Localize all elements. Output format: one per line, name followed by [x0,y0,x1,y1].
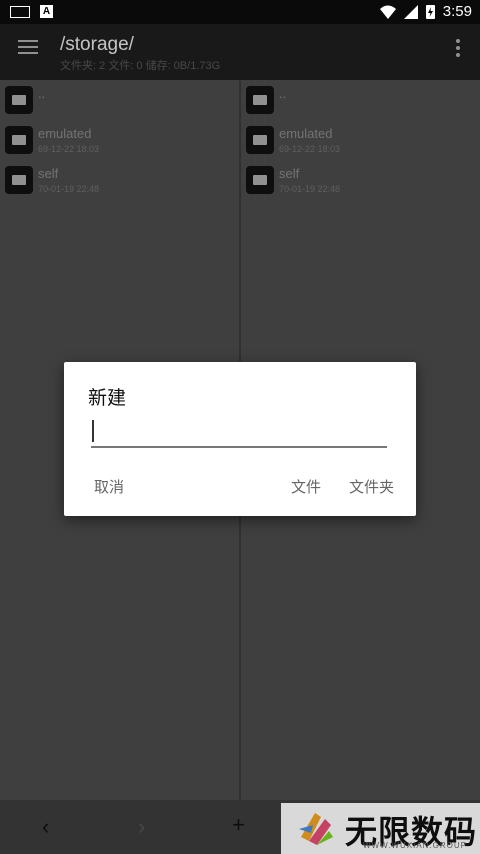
wifi-icon [379,5,396,19]
signal-icon [403,4,418,19]
battery-charging-icon [425,5,435,19]
notification-a-icon: A [40,5,53,18]
clock: 3:59 [442,3,472,20]
text-cursor [92,420,94,442]
name-input[interactable] [91,416,387,448]
new-item-dialog: 新建 取消 文件 文件夹 [64,362,416,516]
cancel-button[interactable]: 取消 [94,476,124,497]
keyboard-icon [10,5,30,18]
new-folder-button[interactable]: 文件夹 [349,476,394,497]
new-file-button[interactable]: 文件 [291,476,321,497]
dialog-title: 新建 [88,388,127,409]
status-bar: A 3:59 [0,0,480,24]
